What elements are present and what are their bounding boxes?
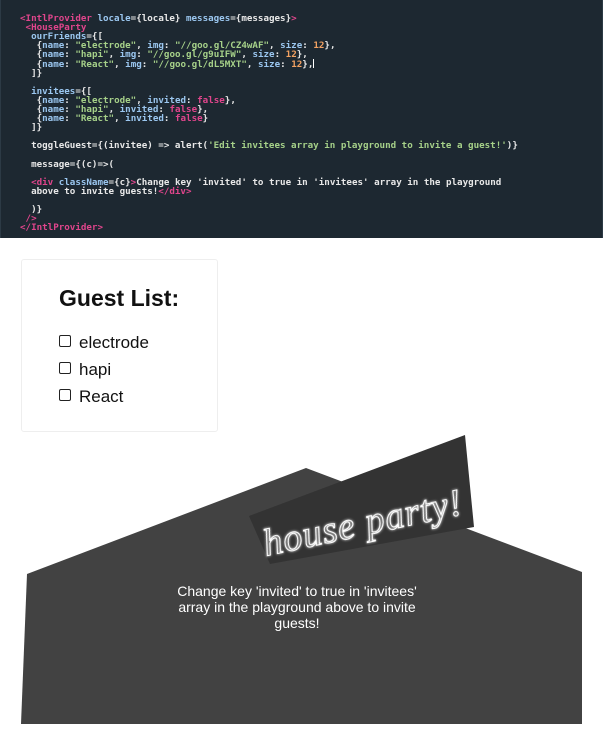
code-token: name — [42, 113, 65, 125]
code-token: : — [163, 113, 175, 125]
checkbox-icon[interactable] — [59, 335, 71, 347]
house-scene: house party! Change key 'invited' to tru… — [0, 432, 603, 732]
code-line[interactable]: {name: "hapi", img: "//goo.gl/g9uIFW", s… — [20, 50, 518, 59]
guest-name: hapi — [79, 359, 112, 379]
code-token: toggleGuest={(invitee) => alert( — [20, 140, 209, 152]
code-token: : — [141, 59, 153, 71]
guest-name: React — [79, 386, 124, 406]
code-line[interactable]: message={(c)=>( — [20, 158, 518, 170]
code-line[interactable]: ]} — [20, 123, 518, 132]
code-token: : — [64, 59, 76, 71]
code-line[interactable]: )} — [20, 205, 518, 214]
code-token: "//goo.gl/dL5MXT" — [152, 59, 247, 71]
code-line[interactable]: toggleGuest={(invitee) => alert('Edit in… — [20, 141, 518, 150]
code-playground[interactable]: <IntlProvider locale={locale} messages={… — [0, 0, 603, 238]
house-illustration: house party! — [21, 435, 582, 724]
code-token: , — [246, 59, 258, 71]
house-message: Change key 'invited' to true in 'invitee… — [177, 583, 417, 631]
code-token: message={(c)=>( — [20, 158, 115, 170]
code-token: 12 — [291, 59, 303, 71]
code-token: }, — [224, 94, 236, 106]
code-token: "React" — [75, 113, 115, 125]
code-token: ={messages} — [230, 13, 292, 24]
code-line[interactable]: <IntlProvider locale={locale} messages={… — [20, 14, 518, 23]
code-line[interactable]: {name: "React", img: "//goo.gl/dL5MXT", … — [20, 59, 518, 71]
code-token: </IntlProvider> — [20, 222, 103, 234]
code-token: name — [42, 59, 65, 71]
checkbox-icon[interactable] — [59, 362, 71, 374]
code-token: 'Edit invitees array in playground to in… — [208, 140, 507, 152]
guest-list: electrode hapi React — [59, 329, 149, 410]
text-cursor — [313, 59, 315, 69]
code-token: size — [257, 59, 281, 71]
code-token: ]} — [20, 122, 43, 134]
code-token: }, — [302, 59, 314, 71]
code-line[interactable] — [20, 196, 518, 205]
code-token: "React" — [75, 59, 115, 71]
code-token: invited — [125, 113, 164, 125]
code-token: : — [280, 59, 292, 71]
checkbox-icon[interactable] — [59, 389, 71, 401]
code-token: , — [114, 113, 126, 125]
code-line[interactable]: above to invite guests!</div> — [20, 187, 518, 196]
code-token: ]} — [20, 67, 43, 79]
code-token: > — [291, 13, 297, 24]
code-token: ={locale} — [130, 13, 186, 24]
guest-item-hapi[interactable]: hapi — [59, 356, 149, 383]
guest-item-electrode[interactable]: electrode — [59, 329, 149, 356]
code-token: )} — [506, 140, 518, 152]
code-token: : — [64, 113, 76, 125]
code-token: above to invite guests! — [20, 185, 159, 197]
code-line[interactable] — [20, 78, 518, 87]
code-token: messages — [185, 13, 231, 24]
code-token: img — [125, 59, 142, 71]
code-token: false — [174, 113, 203, 125]
guest-name: electrode — [79, 332, 149, 352]
code-line[interactable]: </IntlProvider> — [20, 223, 518, 232]
guest-list-card: Guest List: electrode hapi React — [21, 259, 218, 432]
code-editor[interactable]: <IntlProvider locale={locale} messages={… — [20, 14, 518, 232]
code-token: }, — [324, 40, 336, 52]
code-token: </div> — [158, 185, 192, 197]
code-token: } — [202, 113, 209, 125]
code-line[interactable]: {name: "React", invited: false} — [20, 114, 518, 123]
guest-list-title: Guest List: — [59, 285, 180, 311]
guest-item-react[interactable]: React — [59, 383, 149, 410]
code-token: 12 — [313, 40, 325, 52]
code-token: locale — [97, 13, 131, 24]
code-token: , — [114, 59, 126, 71]
